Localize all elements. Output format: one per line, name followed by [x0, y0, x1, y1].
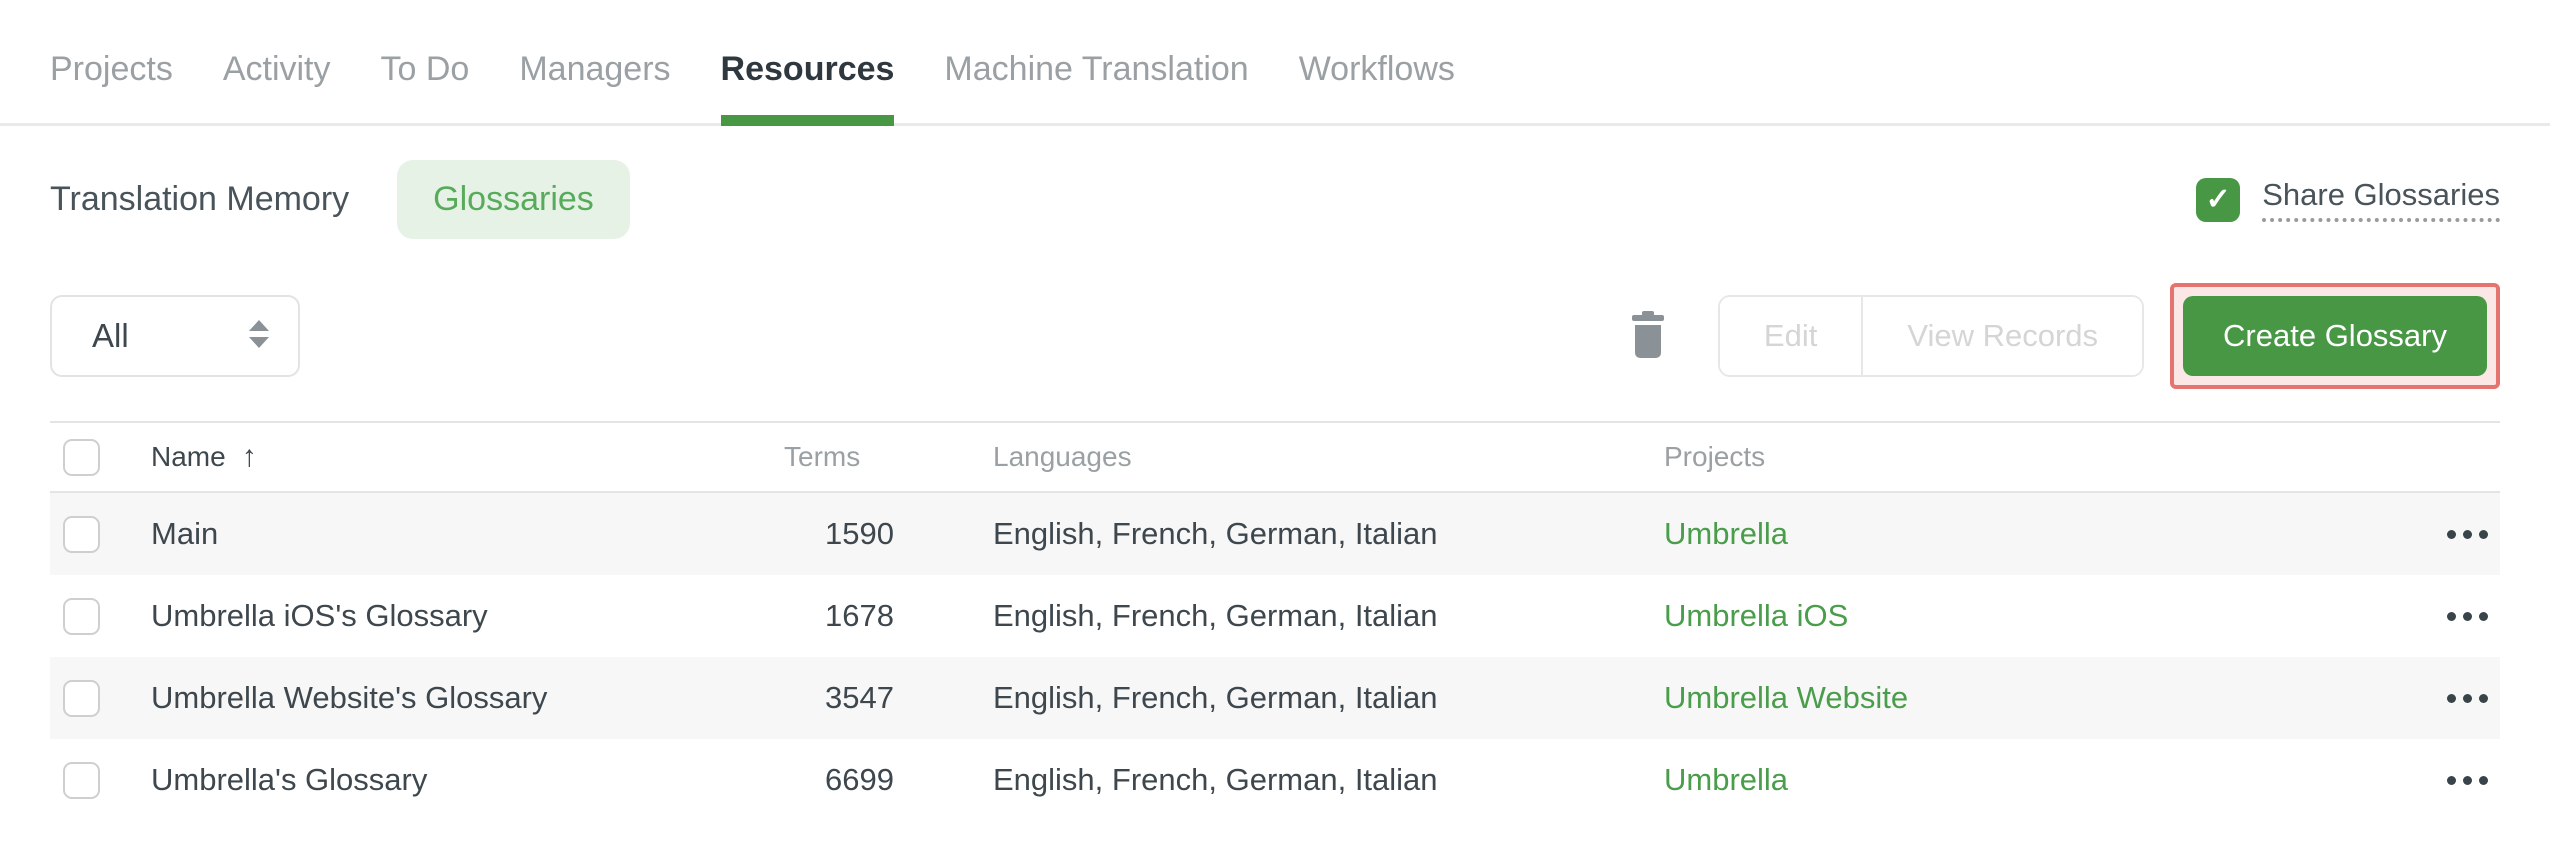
row-menu-button[interactable]: [2410, 775, 2500, 785]
name-column-label: Name: [151, 441, 226, 472]
row-checkbox[interactable]: [63, 515, 100, 553]
column-header-languages: Languages: [993, 441, 1132, 472]
column-header-name[interactable]: Name ↑: [151, 440, 784, 474]
select-caret-icon: [248, 319, 270, 354]
glossaries-toolbar: All Edit View Records Create Glossary: [50, 283, 2500, 389]
delete-glossary-button[interactable]: [1618, 310, 1678, 362]
create-glossary-highlight-annotation: Create Glossary: [2170, 283, 2500, 389]
view-records-button[interactable]: View Records: [1861, 297, 2143, 375]
glossary-terms-count: 1590: [825, 516, 894, 551]
tab-machine-translation[interactable]: Machine Translation: [944, 50, 1248, 123]
glossary-terms-count: 3547: [825, 680, 894, 715]
glossary-project-link[interactable]: Umbrella: [1664, 516, 2410, 552]
glossary-project-link[interactable]: Umbrella iOS: [1664, 598, 2410, 634]
select-all-checkbox[interactable]: [63, 438, 100, 476]
row-checkbox[interactable]: [63, 679, 100, 717]
row-checkbox[interactable]: [63, 597, 100, 635]
resources-subnav: Translation Memory Glossaries ✓ Share Gl…: [50, 160, 2500, 239]
glossary-languages: English, French, German, Italian: [993, 762, 1438, 797]
tab-managers[interactable]: Managers: [519, 50, 670, 123]
table-header-row: Name ↑ Terms Languages Projects: [50, 423, 2500, 493]
tab-resources[interactable]: Resources: [720, 50, 894, 126]
glossary-name: Umbrella's Glossary: [151, 762, 428, 797]
subtab-translation-memory[interactable]: Translation Memory: [50, 160, 349, 239]
row-checkbox[interactable]: [63, 761, 100, 799]
glossary-project-link[interactable]: Umbrella: [1664, 762, 2410, 798]
sort-ascending-icon: ↑: [241, 440, 257, 473]
glossary-terms-count: 1678: [825, 598, 894, 633]
table-row: Umbrella iOS's Glossary 1678 English, Fr…: [50, 575, 2500, 657]
glossaries-table: Name ↑ Terms Languages Projects Main 159…: [50, 421, 2500, 821]
glossary-languages: English, French, German, Italian: [993, 598, 1438, 633]
trash-icon: [1628, 310, 1668, 362]
share-glossaries-toggle[interactable]: ✓ Share Glossaries: [2196, 177, 2500, 222]
tab-to-do[interactable]: To Do: [381, 50, 470, 123]
column-header-projects: Projects: [1664, 441, 1766, 472]
glossary-filter-select[interactable]: All: [50, 295, 300, 377]
tab-activity[interactable]: Activity: [223, 50, 331, 123]
glossary-name: Umbrella iOS's Glossary: [151, 598, 488, 633]
table-row: Umbrella Website's Glossary 3547 English…: [50, 657, 2500, 739]
glossary-languages: English, French, German, Italian: [993, 516, 1438, 551]
column-header-terms: Terms: [784, 441, 861, 472]
row-menu-button[interactable]: [2410, 693, 2500, 703]
subtab-glossaries[interactable]: Glossaries: [397, 160, 630, 239]
filter-selected-value: All: [92, 317, 129, 354]
glossary-name: Main: [151, 516, 219, 551]
checked-checkbox-icon[interactable]: ✓: [2196, 177, 2241, 222]
glossary-languages: English, French, German, Italian: [993, 680, 1438, 715]
table-row: Umbrella's Glossary 6699 English, French…: [50, 739, 2500, 821]
tab-workflows[interactable]: Workflows: [1299, 50, 1455, 123]
table-row: Main 1590 English, French, German, Itali…: [50, 493, 2500, 575]
glossary-project-link[interactable]: Umbrella Website: [1664, 680, 2410, 716]
create-glossary-button[interactable]: Create Glossary: [2183, 296, 2487, 376]
top-navigation: Projects Activity To Do Managers Resourc…: [0, 0, 2550, 126]
glossary-terms-count: 6699: [825, 762, 894, 797]
tab-projects[interactable]: Projects: [50, 50, 173, 123]
selection-actions-group: Edit View Records: [1717, 295, 2145, 377]
row-menu-button[interactable]: [2410, 611, 2500, 621]
share-glossaries-label[interactable]: Share Glossaries: [2262, 177, 2500, 222]
row-menu-button[interactable]: [2410, 529, 2500, 539]
edit-button[interactable]: Edit: [1719, 297, 1862, 375]
glossary-name: Umbrella Website's Glossary: [151, 680, 548, 715]
